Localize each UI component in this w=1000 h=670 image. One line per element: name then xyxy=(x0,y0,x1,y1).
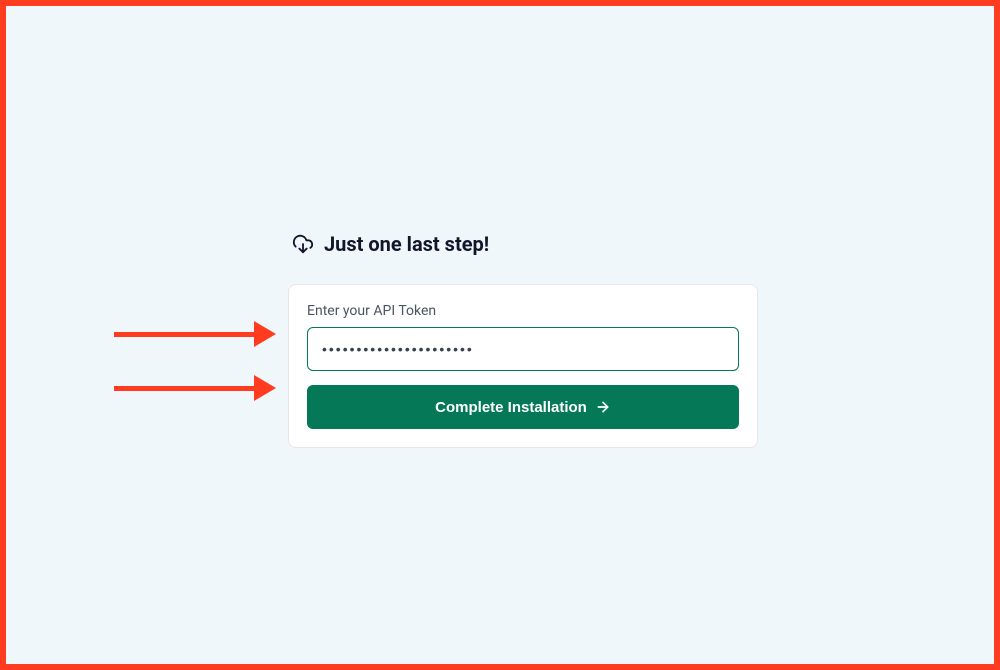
heading-title: Just one last step! xyxy=(324,232,489,256)
cloud-download-icon xyxy=(292,233,314,255)
install-step-container: Just one last step! Enter your API Token… xyxy=(288,232,758,448)
api-token-label: Enter your API Token xyxy=(307,303,739,319)
heading: Just one last step! xyxy=(288,232,758,256)
submit-button-label: Complete Installation xyxy=(435,399,587,416)
api-token-input[interactable] xyxy=(307,327,739,371)
token-card: Enter your API Token Complete Installati… xyxy=(288,284,758,448)
complete-installation-button[interactable]: Complete Installation xyxy=(307,385,739,429)
annotation-arrow-button xyxy=(114,375,276,401)
annotation-arrow-input xyxy=(114,321,276,347)
arrow-right-icon xyxy=(595,399,611,415)
